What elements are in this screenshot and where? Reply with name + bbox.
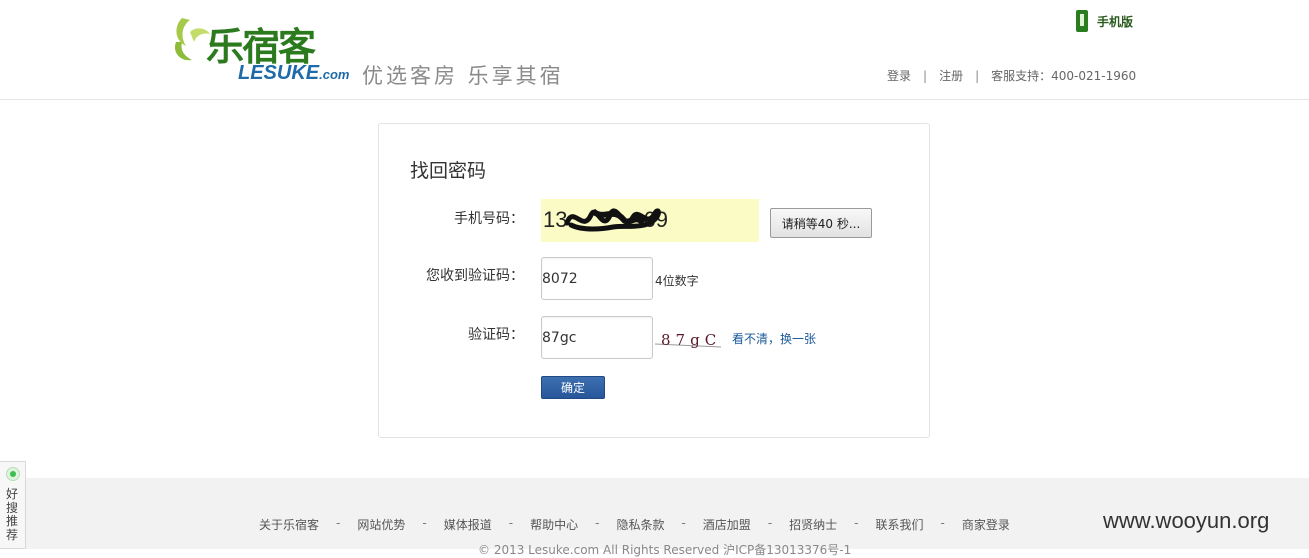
support-hotline: 客服支持：400-021-1960	[991, 69, 1137, 83]
sms-code-label: 您收到验证码：	[426, 268, 524, 284]
footer-link-contact[interactable]: 联系我们	[876, 516, 924, 533]
nav-separator: |	[975, 68, 980, 83]
page-title: 找回密码	[410, 160, 487, 182]
site-logo[interactable]: 乐宿客 LESUKE.com	[172, 12, 349, 88]
captcha-label: 验证码：	[468, 327, 524, 343]
footer-links: 关于乐宿客 - 网站优势 - 媒体报道 - 帮助中心 - 隐私条款 - 酒店加盟…	[259, 516, 1010, 533]
redaction-scribble	[564, 208, 661, 232]
refresh-captcha-link[interactable]: 看不清，换一张	[732, 330, 816, 347]
footer-link-careers[interactable]: 招贤纳士	[789, 516, 837, 533]
site-header: 乐宿客 LESUKE.com 优选客房 乐享其宿 手机版 登录 | 注册 | 客…	[0, 0, 1309, 100]
side-tab-label: 好搜推荐	[6, 487, 19, 542]
captcha-image[interactable]: 87gC	[655, 328, 721, 352]
footer-separator: -	[336, 516, 341, 530]
logo-english-name: LESUKE.com	[238, 62, 350, 84]
status-dot-icon	[6, 467, 20, 481]
footer-link-help[interactable]: 帮助中心	[530, 516, 578, 533]
top-nav: 登录 | 注册 | 客服支持：400-021-1960	[887, 67, 1136, 84]
footer-separator: -	[854, 516, 859, 530]
mobile-phone-icon	[1076, 10, 1088, 32]
captcha-image-text: 87gC	[661, 331, 721, 349]
footer-link-about[interactable]: 关于乐宿客	[259, 516, 319, 533]
footer-link-privacy[interactable]: 隐私条款	[616, 516, 664, 533]
footer-separator: -	[422, 516, 427, 530]
copyright-text: © 2013 Lesuke.com All Rights Reserved 沪I…	[478, 543, 852, 557]
password-recovery-panel: 找回密码 手机号码： 13 69 请稍等40 秒... 您收到验证码： 8072 …	[378, 123, 930, 438]
sms-code-hint: 4位数字	[655, 274, 699, 288]
resend-wait-button[interactable]: 请稍等40 秒...	[770, 208, 872, 238]
captcha-input[interactable]: 87gc	[541, 316, 653, 359]
sms-code-input[interactable]: 8072	[541, 257, 653, 300]
footer-separator: -	[595, 516, 600, 530]
mobile-version-link[interactable]: 手机版	[1076, 10, 1133, 32]
register-link[interactable]: 注册	[939, 67, 963, 84]
watermark: www.wooyun.org	[1103, 508, 1270, 533]
footer-link-merchant-login[interactable]: 商家登录	[962, 516, 1010, 533]
mobile-version-label: 手机版	[1097, 14, 1134, 29]
footer-separator: -	[940, 516, 945, 530]
nav-separator: |	[923, 68, 928, 83]
site-slogan: 优选客房 乐享其宿	[362, 64, 564, 88]
side-recommend-tab[interactable]: 好搜推荐	[0, 461, 26, 549]
login-link[interactable]: 登录	[887, 67, 911, 84]
footer-separator: -	[681, 516, 686, 530]
footer-link-advantages[interactable]: 网站优势	[357, 516, 405, 533]
footer-separator: -	[508, 516, 514, 530]
confirm-button[interactable]: 确定	[541, 376, 605, 399]
phone-label: 手机号码：	[454, 211, 524, 227]
footer-separator: -	[767, 516, 773, 530]
footer-link-media[interactable]: 媒体报道	[444, 516, 492, 533]
phone-number-field[interactable]: 13 69	[541, 199, 759, 242]
footer-link-hotel-join[interactable]: 酒店加盟	[703, 516, 751, 533]
